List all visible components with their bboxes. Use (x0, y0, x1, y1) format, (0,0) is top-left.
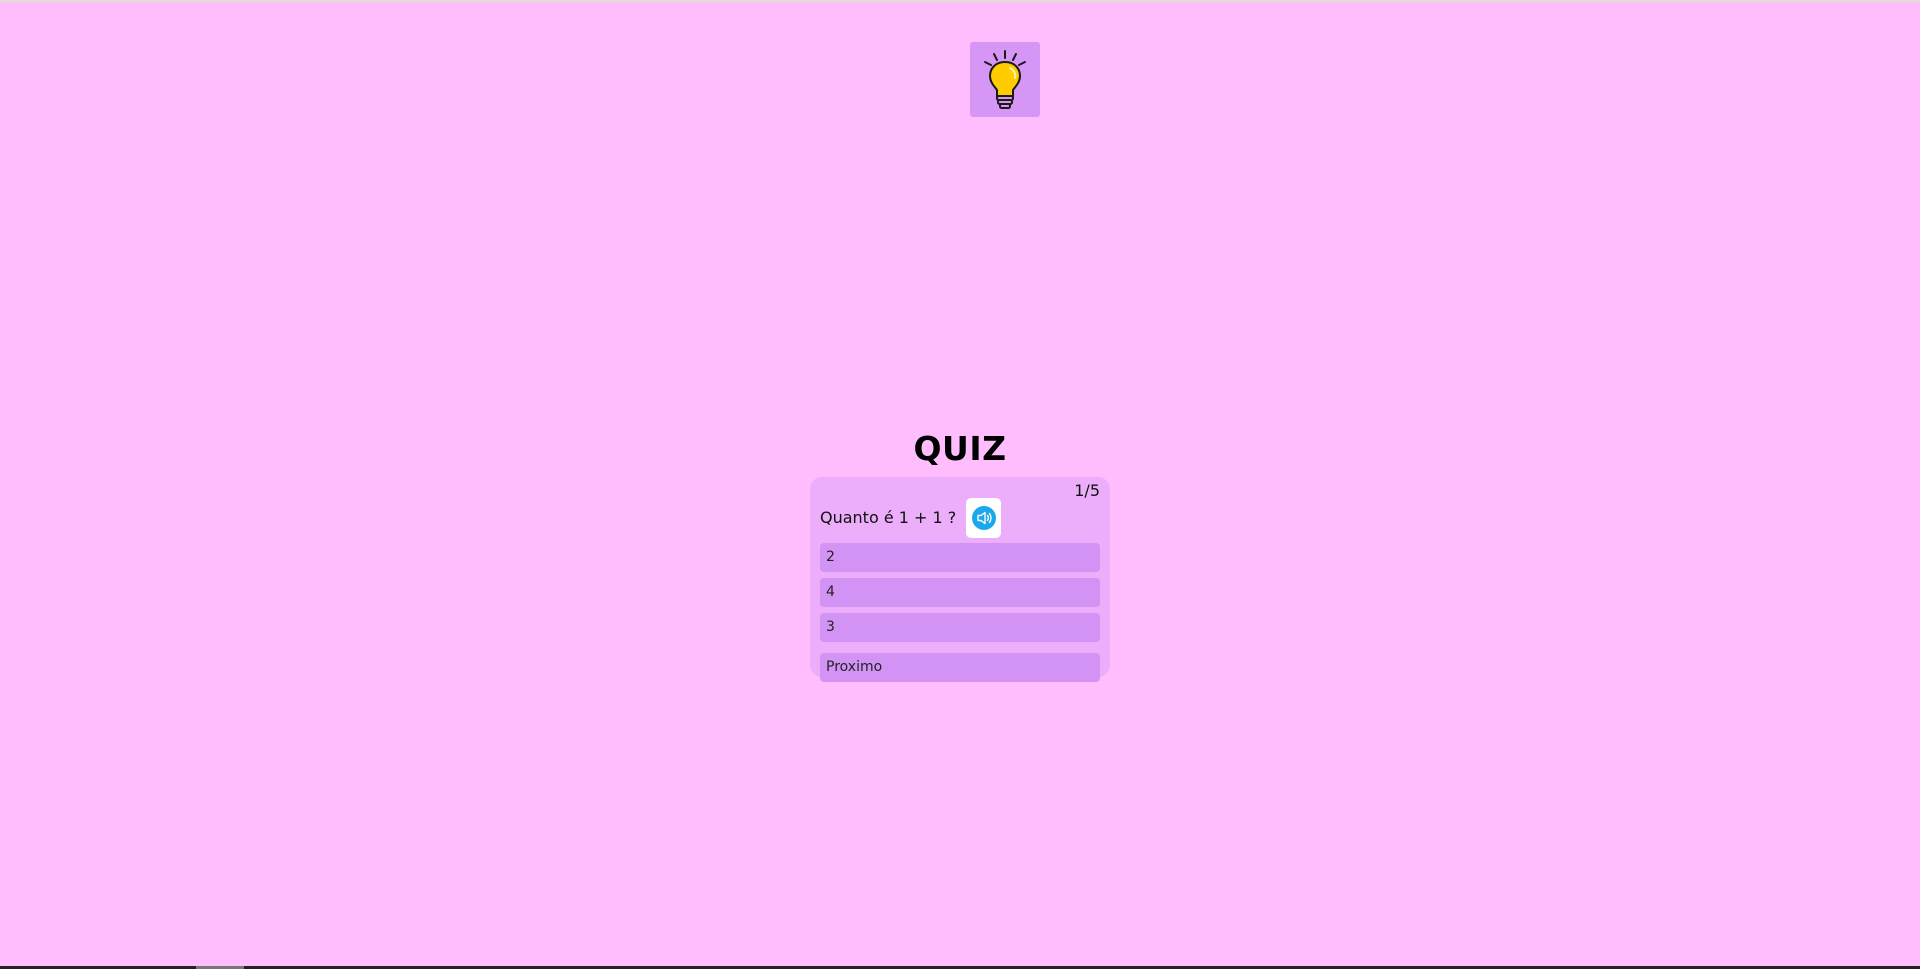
answer-option[interactable]: 3 (820, 613, 1100, 642)
answer-option[interactable]: 2 (820, 543, 1100, 572)
quiz-title: QUIZ (913, 429, 1007, 468)
question-text: Quanto é 1 + 1 ? (820, 508, 957, 527)
lightbulb-icon (984, 49, 1026, 109)
next-button[interactable]: Proximo (820, 653, 1100, 682)
play-audio-button[interactable] (966, 498, 1002, 538)
top-edge (0, 0, 1920, 3)
quiz-card: 1/5 Quanto é 1 + 1 ? 2 4 3 Proximo (810, 477, 1110, 682)
question-row: Quanto é 1 + 1 ? (820, 498, 1002, 538)
answer-option[interactable]: 4 (820, 578, 1100, 607)
logo (970, 42, 1040, 117)
speaker-icon (971, 506, 996, 530)
answer-list: 2 4 3 (820, 543, 1100, 648)
question-counter: 1/5 (1074, 481, 1100, 500)
